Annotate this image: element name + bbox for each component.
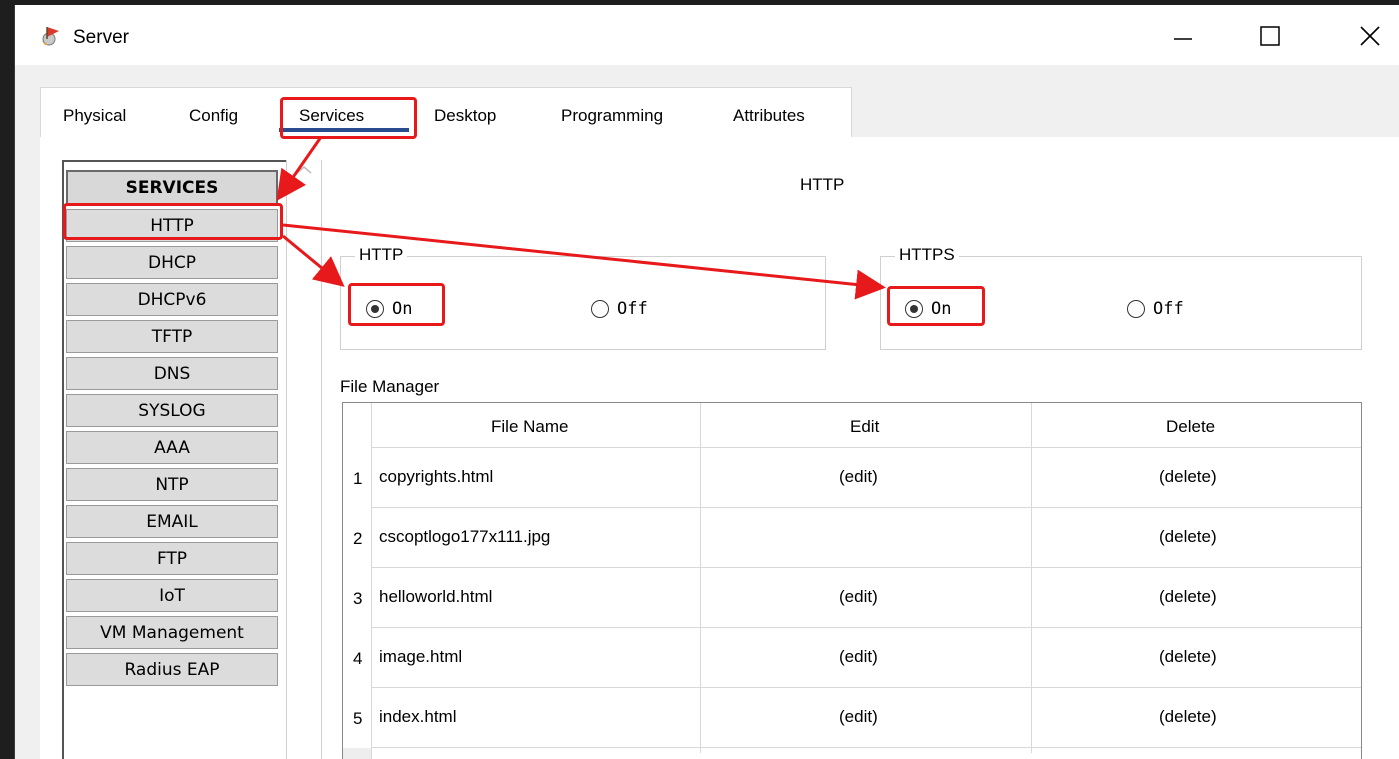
arrow-to-https-on: [282, 223, 886, 300]
arrow-to-http-service: [276, 136, 323, 201]
annotation-arrows: [276, 136, 886, 300]
arrow-to-http-on: [282, 234, 345, 287]
